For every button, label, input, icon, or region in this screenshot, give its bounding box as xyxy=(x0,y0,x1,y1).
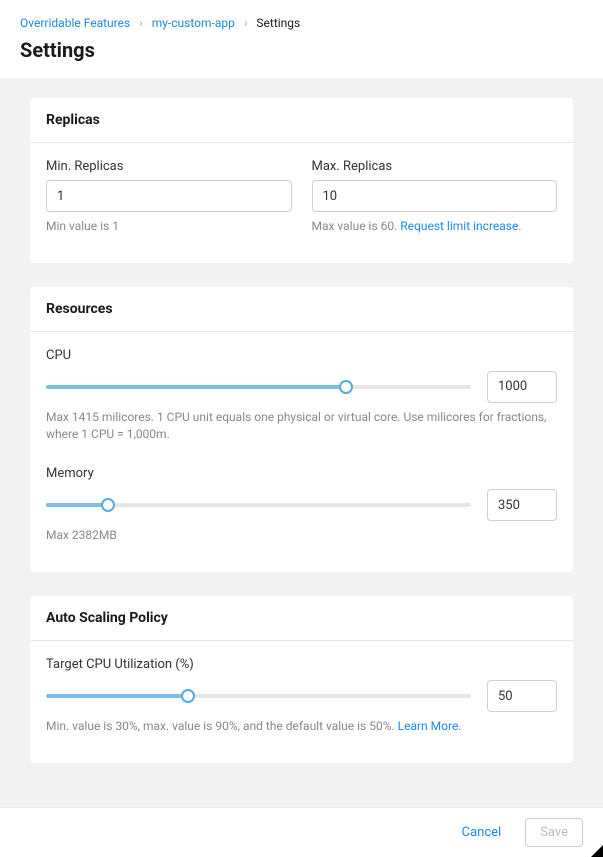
target-cpu-label: Target CPU Utilization (%) xyxy=(46,657,557,672)
target-cpu-slider-fill xyxy=(46,694,188,698)
replicas-card: Replicas Min. Replicas Min value is 1 Ma… xyxy=(30,98,573,263)
cpu-slider-fill xyxy=(46,385,346,389)
min-replicas-label: Min. Replicas xyxy=(46,159,292,174)
target-cpu-helper: Min. value is 30%, max. value is 90%, an… xyxy=(46,718,557,735)
save-button[interactable]: Save xyxy=(525,818,583,847)
breadcrumb: Overridable Features › my-custom-app › S… xyxy=(20,16,583,30)
cpu-helper: Max 1415 milicores. 1 CPU unit equals on… xyxy=(46,409,557,443)
footer: Cancel Save xyxy=(0,807,603,857)
memory-helper: Max 2382MB xyxy=(46,527,557,544)
memory-slider[interactable] xyxy=(46,497,471,513)
memory-value-input[interactable] xyxy=(487,489,557,521)
page-title: Settings xyxy=(20,38,583,62)
target-cpu-slider-thumb[interactable] xyxy=(181,689,195,703)
max-replicas-label: Max. Replicas xyxy=(312,159,558,174)
card-title: Auto Scaling Policy xyxy=(30,596,573,641)
memory-slider-fill xyxy=(46,503,108,507)
breadcrumb-item[interactable]: Overridable Features xyxy=(20,16,130,30)
cpu-label: CPU xyxy=(46,348,557,363)
max-replicas-input[interactable] xyxy=(312,180,558,212)
chevron-right-icon: › xyxy=(139,16,143,30)
resources-card: Resources CPU Max 1415 milicores. 1 CPU … xyxy=(30,287,573,572)
memory-label: Memory xyxy=(46,466,557,481)
cpu-slider-thumb[interactable] xyxy=(339,380,353,394)
cpu-slider[interactable] xyxy=(46,379,471,395)
target-cpu-slider[interactable] xyxy=(46,688,471,704)
card-title: Replicas xyxy=(30,98,573,143)
cancel-button[interactable]: Cancel xyxy=(454,819,510,846)
learn-more-link[interactable]: Learn More. xyxy=(398,719,462,733)
card-title: Resources xyxy=(30,287,573,332)
request-limit-link[interactable]: Request limit increase xyxy=(400,219,518,233)
target-cpu-value-input[interactable] xyxy=(487,680,557,712)
min-replicas-helper: Min value is 1 xyxy=(46,218,292,235)
memory-slider-thumb[interactable] xyxy=(101,498,115,512)
resize-handle-icon[interactable] xyxy=(591,845,603,857)
max-replicas-helper: Max value is 60. Request limit increase. xyxy=(312,218,558,235)
breadcrumb-item[interactable]: my-custom-app xyxy=(152,16,235,30)
chevron-right-icon: › xyxy=(244,16,248,30)
cpu-value-input[interactable] xyxy=(487,371,557,403)
autoscaling-card: Auto Scaling Policy Target CPU Utilizati… xyxy=(30,596,573,763)
breadcrumb-current: Settings xyxy=(256,16,300,30)
min-replicas-input[interactable] xyxy=(46,180,292,212)
